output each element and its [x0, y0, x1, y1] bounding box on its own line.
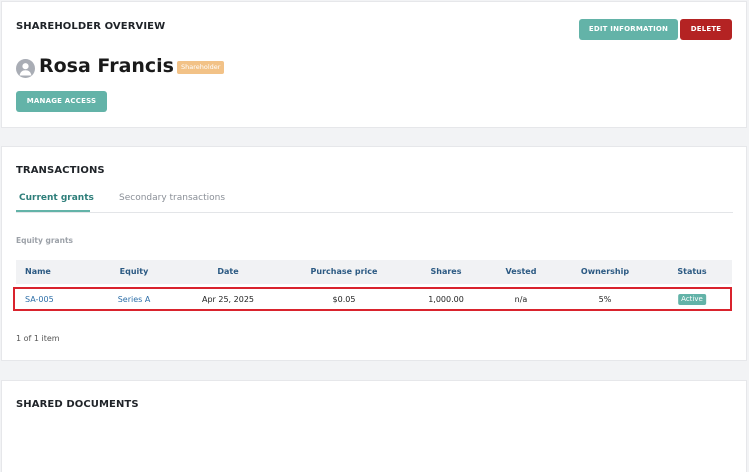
column-header-ownership[interactable]: Ownership [581, 267, 629, 276]
avatar [16, 59, 35, 78]
delete-button[interactable]: DELETE [680, 19, 732, 40]
equity-link[interactable]: Series A [118, 295, 151, 304]
status-badge: Active [678, 294, 706, 305]
purchase-price: $0.05 [332, 295, 356, 304]
equity-grants-label: Equity grants [16, 236, 74, 245]
tab-secondary-transactions[interactable]: Secondary transactions [119, 193, 225, 203]
user-icon [19, 63, 32, 76]
manage-access-button[interactable]: MANAGE ACCESS [16, 91, 107, 112]
shares-count: 1,000.00 [428, 295, 464, 304]
column-header-vested[interactable]: Vested [506, 267, 537, 276]
vested-value: n/a [514, 295, 528, 304]
grant-name-link[interactable]: SA-005 [25, 295, 54, 304]
transactions-title: TRANSACTIONS [16, 165, 105, 176]
role-badge: Shareholder [177, 61, 225, 74]
tab-current-grants[interactable]: Current grants [19, 193, 94, 203]
column-header-equity[interactable]: Equity [120, 267, 149, 276]
column-header-date[interactable]: Date [217, 267, 238, 276]
column-header-shares[interactable]: Shares [431, 267, 462, 276]
overview-title: SHAREHOLDER OVERVIEW [16, 21, 166, 32]
tabs-divider [16, 212, 733, 213]
column-header-name[interactable]: Name [25, 267, 51, 276]
pagination-summary: 1 of 1 item [16, 334, 60, 343]
ownership-value: 5% [598, 295, 612, 304]
transactions-card [1, 146, 747, 361]
column-header-status[interactable]: Status [677, 267, 706, 276]
grant-date: Apr 25, 2025 [201, 295, 255, 304]
shared-documents-card [1, 380, 747, 472]
shareholder-name: Rosa Francis [39, 55, 174, 77]
shared-documents-title: SHARED DOCUMENTS [16, 399, 139, 410]
edit-information-button[interactable]: EDIT INFORMATION [579, 19, 678, 40]
column-header-purchase-price[interactable]: Purchase price [311, 267, 378, 276]
